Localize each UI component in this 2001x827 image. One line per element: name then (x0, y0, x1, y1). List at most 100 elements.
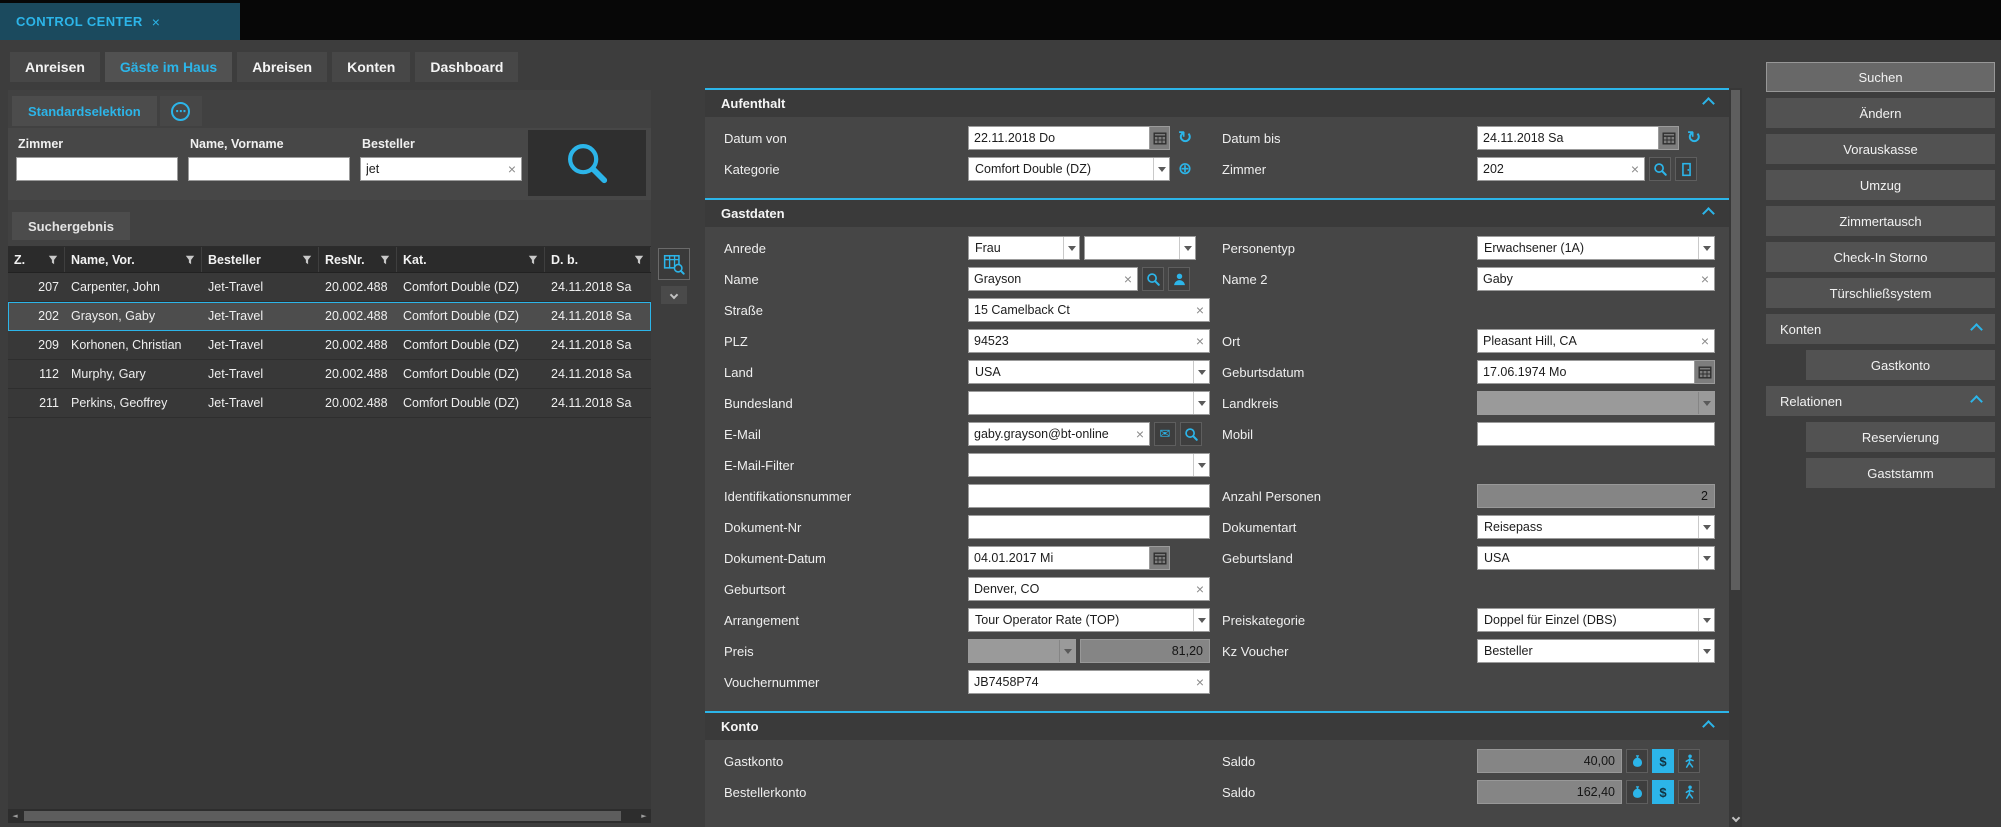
email-filter-select[interactable] (968, 453, 1210, 477)
konten-section-header[interactable]: Konten (1766, 314, 1995, 344)
landkreis-select[interactable] (1477, 391, 1715, 415)
clear-icon[interactable]: × (1191, 334, 1209, 348)
clear-icon[interactable]: × (1696, 334, 1714, 348)
section-header-gastdaten[interactable]: Gastdaten (705, 198, 1729, 227)
column-header-kategorie[interactable]: Kat. (397, 247, 545, 272)
ort-input[interactable] (1478, 334, 1696, 348)
bundesland-select[interactable] (968, 391, 1210, 415)
section-header-aufenthalt[interactable]: Aufenthalt (705, 88, 1729, 117)
cash-button[interactable] (1626, 780, 1648, 804)
clear-icon[interactable]: × (1191, 582, 1209, 596)
datum-von-input[interactable] (969, 131, 1149, 145)
datum-bis-input[interactable] (1478, 131, 1658, 145)
column-header-resnr[interactable]: ResNr. (319, 247, 397, 272)
calendar-button[interactable] (1658, 127, 1678, 149)
table-search-button[interactable] (658, 248, 690, 280)
zimmertausch-button[interactable]: Zimmertausch (1766, 206, 1995, 236)
section-header-konto[interactable]: Konto (705, 711, 1729, 740)
column-header-name[interactable]: Name, Vor. (65, 247, 202, 272)
name-input[interactable] (969, 272, 1119, 286)
column-header-zimmer[interactable]: Z. (8, 247, 65, 272)
filter-icon[interactable] (302, 255, 312, 265)
scrollbar-thumb[interactable] (1731, 90, 1740, 590)
payment-button[interactable]: $ (1652, 749, 1674, 773)
personentyp-select[interactable]: Erwachsener (1A) (1477, 236, 1715, 260)
clear-icon[interactable]: × (1119, 272, 1137, 286)
guest-profile-button[interactable] (1168, 267, 1190, 291)
arrangement-select[interactable]: Tour Operator Rate (TOP) (968, 608, 1210, 632)
besteller-filter-input[interactable] (361, 162, 503, 176)
scrollbar-track[interactable] (22, 809, 637, 823)
column-header-datum-bis[interactable]: D. b. (545, 247, 651, 272)
mobil-input[interactable] (1478, 427, 1714, 441)
clear-icon[interactable]: × (1696, 272, 1714, 286)
preiskategorie-select[interactable]: Doppel für Einzel (DBS) (1477, 608, 1715, 632)
dokumentart-select[interactable]: Reisepass (1477, 515, 1715, 539)
scroll-left-arrow[interactable]: ◄ (8, 812, 22, 820)
geburtsdatum-input[interactable] (1478, 365, 1694, 379)
zimmer-input[interactable] (1478, 162, 1626, 176)
vertical-scrollbar[interactable] (1729, 88, 1742, 827)
geburtsort-input[interactable] (969, 582, 1191, 596)
tab-anreisen[interactable]: Anreisen (10, 52, 100, 82)
clear-icon[interactable]: × (1131, 427, 1149, 441)
column-header-besteller[interactable]: Besteller (202, 247, 319, 272)
calendar-button[interactable] (1694, 361, 1714, 383)
name2-input[interactable] (1478, 272, 1696, 286)
preis-currency-select[interactable] (968, 639, 1076, 663)
table-row[interactable]: 207 Carpenter, John Jet-Travel 20.002.48… (8, 273, 651, 302)
gaststamm-button[interactable]: Gaststamm (1806, 458, 1995, 488)
add-category-icon[interactable]: ⊕ (1174, 160, 1196, 178)
zimmer-filter-input[interactable] (17, 162, 177, 176)
close-icon[interactable]: × (152, 14, 161, 30)
clear-icon[interactable]: × (1191, 675, 1209, 689)
filter-icon[interactable] (185, 255, 195, 265)
plz-input[interactable] (969, 334, 1191, 348)
filter-icon[interactable] (634, 255, 644, 265)
tab-abreisen[interactable]: Abreisen (237, 52, 328, 82)
email-search-button[interactable] (1180, 422, 1202, 446)
scroll-right-arrow[interactable]: ► (637, 812, 651, 820)
collapse-icon[interactable] (1702, 97, 1715, 110)
tab-konten[interactable]: Konten (332, 52, 411, 82)
geburtsland-select[interactable]: USA (1477, 546, 1715, 570)
tab-suchergebnis[interactable]: Suchergebnis (12, 212, 130, 240)
titel-select[interactable] (1084, 236, 1196, 260)
calendar-button[interactable] (1149, 547, 1169, 569)
kategorie-select[interactable]: Comfort Double (DZ) (968, 157, 1170, 181)
land-select[interactable]: USA (968, 360, 1210, 384)
table-row[interactable]: 211 Perkins, Geoffrey Jet-Travel 20.002.… (8, 389, 651, 418)
control-center-tab[interactable]: CONTROL CENTER × (0, 3, 240, 40)
dokument-nr-input[interactable] (969, 520, 1209, 534)
clear-icon[interactable]: × (1626, 162, 1644, 176)
table-row[interactable]: 209 Korhonen, Christian Jet-Travel 20.00… (8, 331, 651, 360)
room-search-button[interactable] (1649, 157, 1671, 181)
checkout-button[interactable] (1678, 780, 1700, 804)
suchen-button[interactable]: Suchen (1766, 62, 1995, 92)
collapse-icon[interactable] (1970, 322, 1983, 336)
vouchernummer-input[interactable] (969, 675, 1191, 689)
identifikationsnummer-input[interactable] (969, 489, 1209, 503)
strasse-input[interactable] (969, 303, 1191, 317)
table-row[interactable]: 112 Murphy, Gary Jet-Travel 20.002.488 C… (8, 360, 651, 389)
dokument-datum-input[interactable] (969, 551, 1149, 565)
expand-results-button[interactable] (661, 286, 687, 304)
anrede-select[interactable]: Frau (968, 236, 1080, 260)
vorauskasse-button[interactable]: Vorauskasse (1766, 134, 1995, 164)
send-email-button[interactable]: ✉ (1154, 422, 1176, 446)
collapse-icon[interactable] (1970, 394, 1983, 408)
refresh-date-icon[interactable]: ↻ (1683, 129, 1705, 147)
clear-icon[interactable]: × (1191, 303, 1209, 317)
payment-button[interactable]: $ (1652, 780, 1674, 804)
filter-icon[interactable] (380, 255, 390, 265)
reservierung-button[interactable]: Reservierung (1806, 422, 1995, 452)
tab-gaeste-im-haus[interactable]: Gäste im Haus (104, 52, 233, 82)
aendern-button[interactable]: Ändern (1766, 98, 1995, 128)
checkout-button[interactable] (1678, 749, 1700, 773)
clear-icon[interactable]: × (503, 162, 521, 176)
cash-button[interactable] (1626, 749, 1648, 773)
umzug-button[interactable]: Umzug (1766, 170, 1995, 200)
room-plan-button[interactable] (1675, 157, 1697, 181)
horizontal-scrollbar[interactable]: ◄ ► (8, 809, 651, 823)
kz-voucher-select[interactable]: Besteller (1477, 639, 1715, 663)
